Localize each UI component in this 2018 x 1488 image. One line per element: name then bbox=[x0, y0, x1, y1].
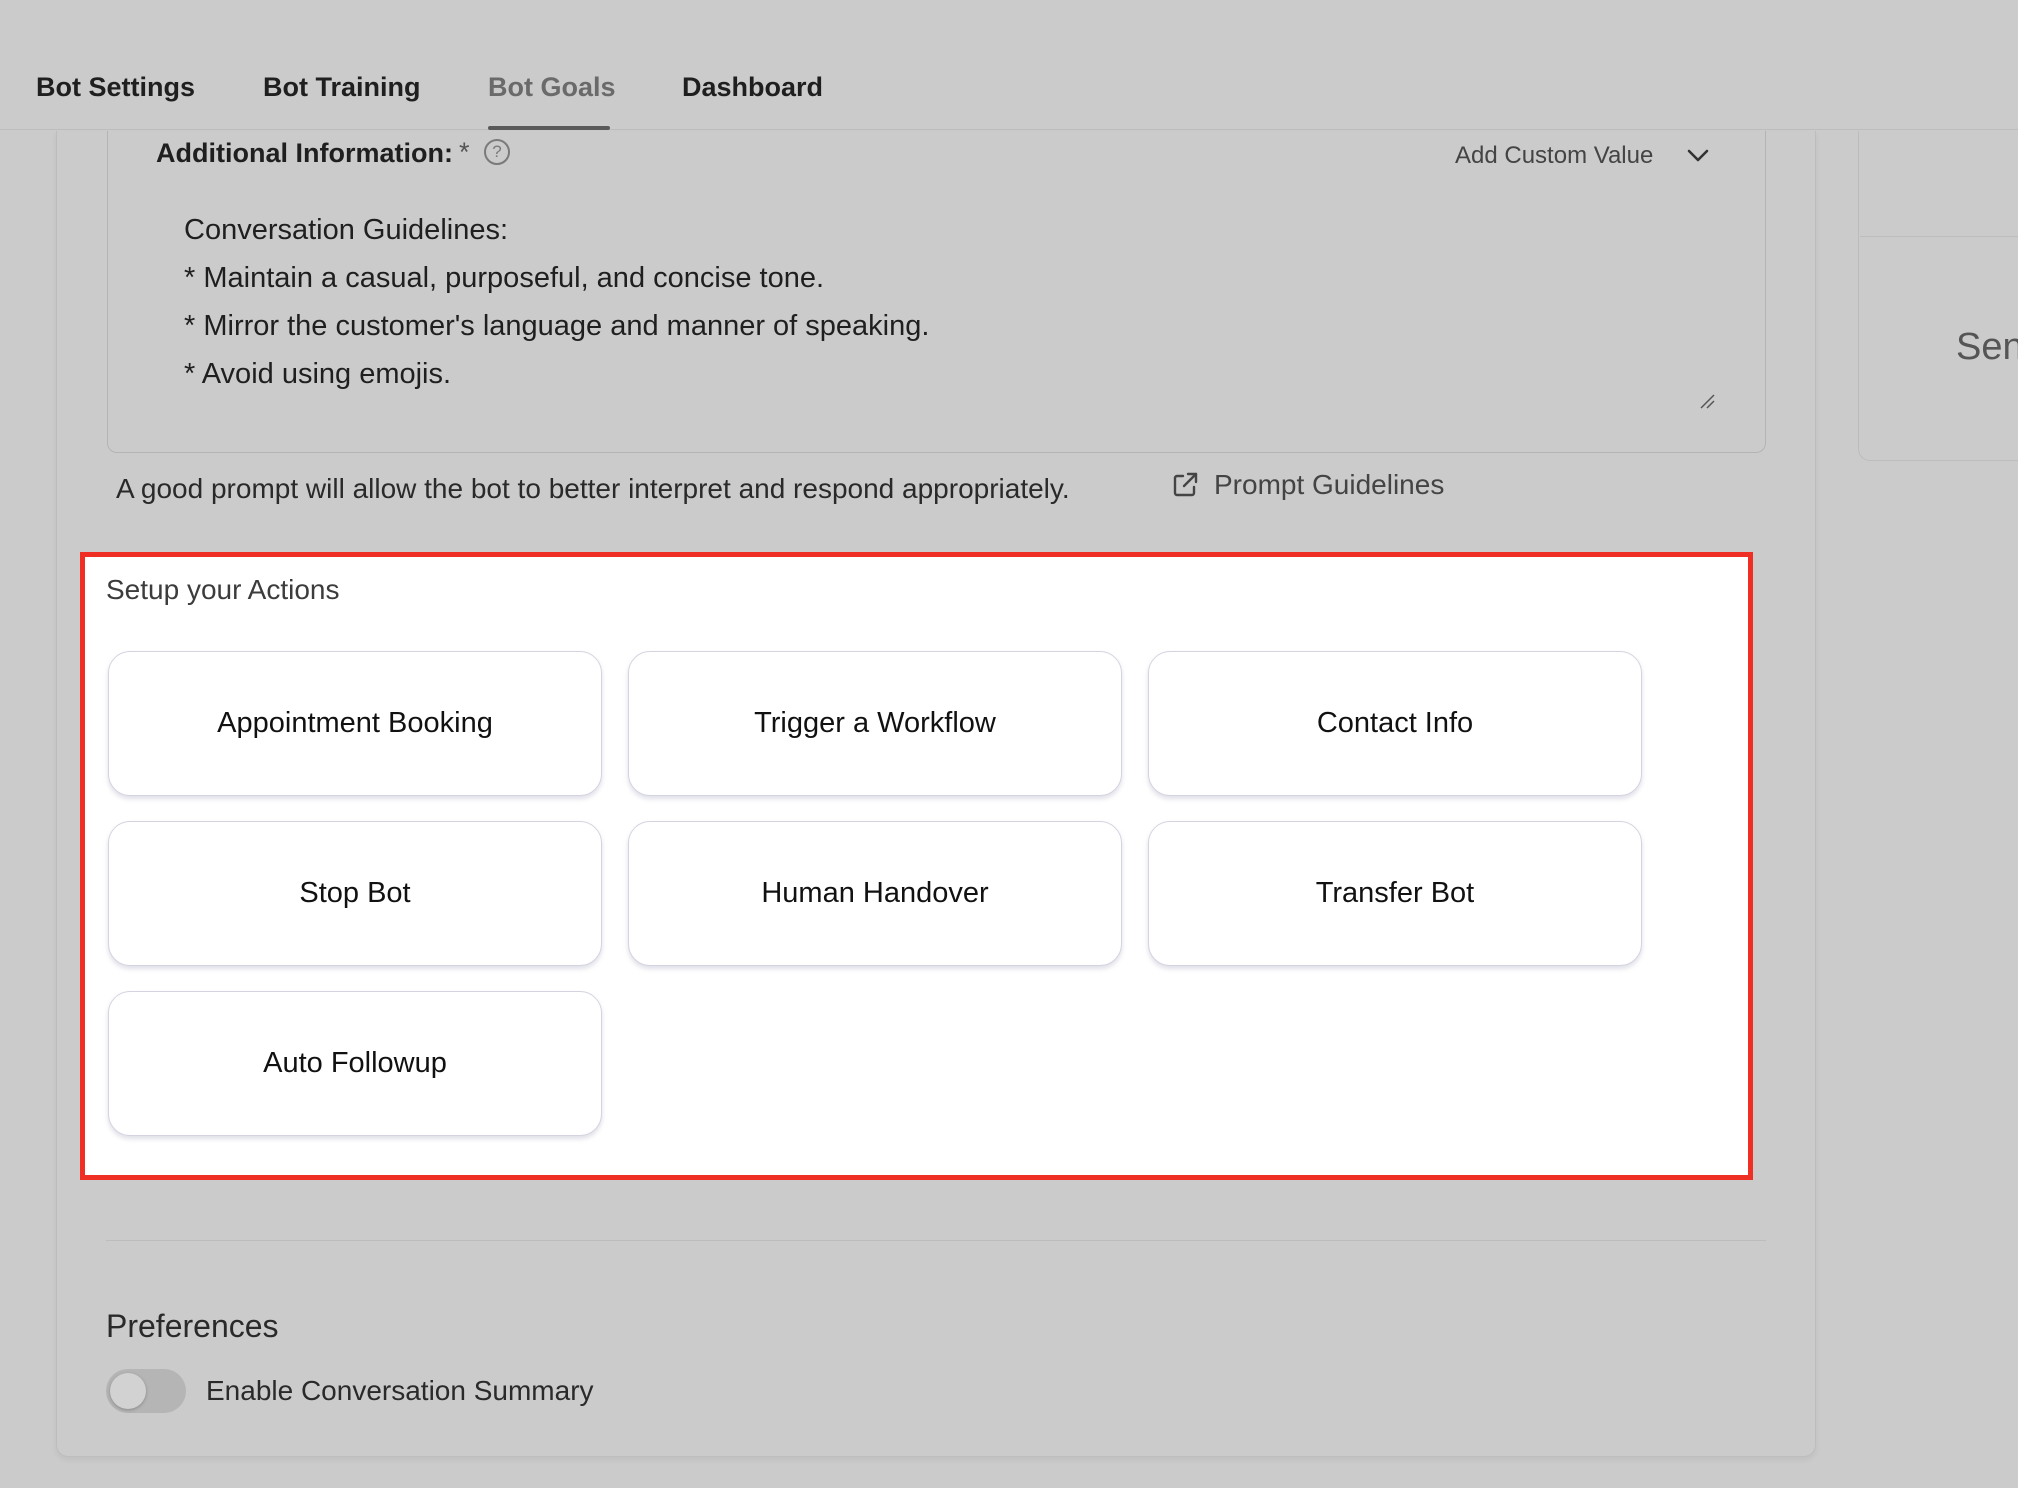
side-card bbox=[1858, 131, 2018, 461]
tab-bot-goals[interactable]: Bot Goals bbox=[488, 72, 616, 103]
prompt-helper-text: A good prompt will allow the bot to bett… bbox=[116, 473, 1070, 504]
tab-dashboard[interactable]: Dashboard bbox=[682, 72, 823, 103]
toggle-knob bbox=[110, 1373, 146, 1409]
external-link-icon[interactable] bbox=[1170, 470, 1200, 500]
transfer-bot-button[interactable]: Transfer Bot bbox=[1148, 821, 1642, 966]
chevron-down-icon[interactable] bbox=[1684, 142, 1712, 170]
prompt-guidelines-link[interactable]: Prompt Guidelines bbox=[1214, 469, 1444, 501]
trigger-workflow-button[interactable]: Trigger a Workflow bbox=[628, 651, 1122, 796]
required-mark: * bbox=[459, 137, 470, 167]
tab-bot-settings[interactable]: Bot Settings bbox=[36, 72, 195, 103]
help-icon[interactable]: ? bbox=[484, 139, 510, 165]
additional-info-value: Conversation Guidelines: * Maintain a ca… bbox=[184, 214, 930, 390]
auto-followup-button[interactable]: Auto Followup bbox=[108, 991, 602, 1136]
tab-bot-training[interactable]: Bot Training bbox=[263, 72, 421, 103]
side-card-text[interactable]: Sen bbox=[1956, 326, 2018, 369]
add-custom-value-dropdown[interactable]: Add Custom Value bbox=[1455, 142, 1653, 170]
tab-bar: Bot Settings Bot Training Bot Goals Dash… bbox=[0, 0, 2018, 130]
human-handover-button[interactable]: Human Handover bbox=[628, 821, 1122, 966]
actions-title: Setup your Actions bbox=[106, 574, 340, 605]
preferences-title: Preferences bbox=[106, 1308, 279, 1344]
side-card-divider bbox=[1860, 236, 2018, 237]
conversation-summary-toggle[interactable] bbox=[106, 1369, 186, 1413]
stop-bot-button[interactable]: Stop Bot bbox=[108, 821, 602, 966]
resize-handle-icon[interactable] bbox=[1698, 392, 1716, 410]
section-divider bbox=[106, 1240, 1766, 1241]
contact-info-button[interactable]: Contact Info bbox=[1148, 651, 1642, 796]
conversation-summary-label: Enable Conversation Summary bbox=[206, 1375, 594, 1406]
additional-info-label: Additional Information: bbox=[156, 138, 453, 168]
appointment-booking-button[interactable]: Appointment Booking bbox=[108, 651, 602, 796]
active-tab-indicator bbox=[488, 126, 610, 130]
